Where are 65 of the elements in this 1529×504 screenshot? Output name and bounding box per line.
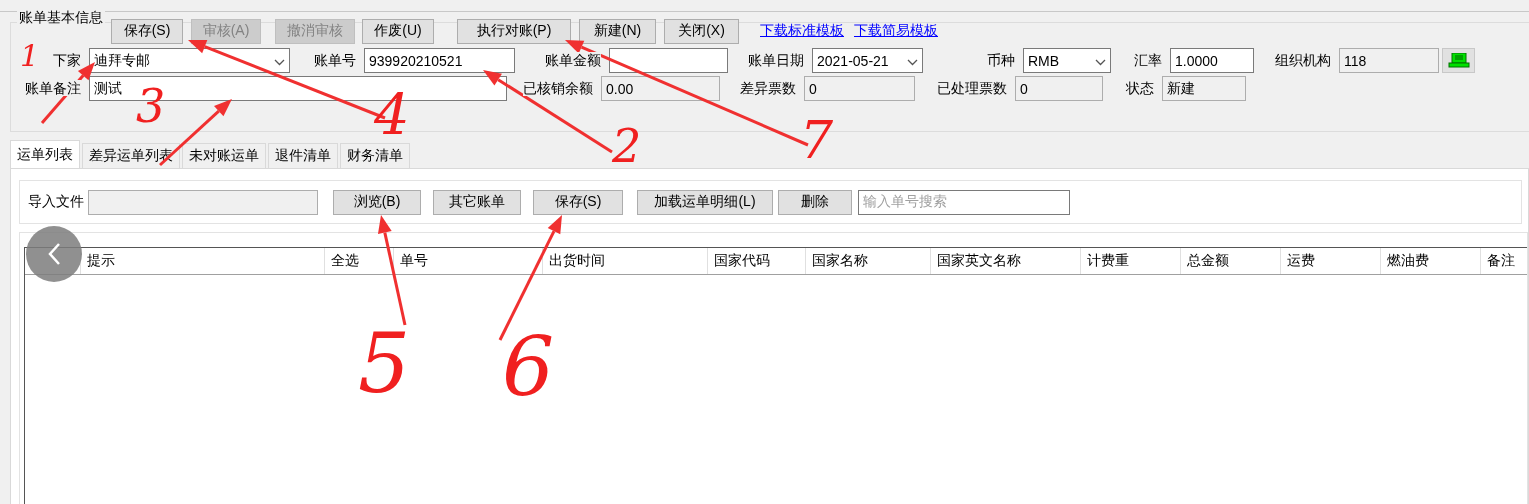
field-label: 账单日期 xyxy=(748,51,804,68)
tab[interactable]: 财务清单 xyxy=(340,143,410,168)
input-field[interactable]: 939920210521 xyxy=(364,48,515,73)
column-header[interactable]: 国家代码 xyxy=(714,252,770,270)
column-header[interactable]: 国家名称 xyxy=(812,252,868,270)
download-link[interactable]: 下载简易模板 xyxy=(854,22,938,40)
field-label: 组织机构 xyxy=(1275,51,1331,68)
annotation-number: 1 xyxy=(20,38,40,73)
toolbar-button[interactable]: 浏览(B) xyxy=(333,189,421,215)
column-header[interactable]: 燃油费 xyxy=(1387,252,1429,270)
field-label: 汇率 xyxy=(1134,51,1162,68)
chevron-down-icon[interactable] xyxy=(1095,58,1106,66)
field-label: 账单备注 xyxy=(25,79,81,96)
lookup-button[interactable] xyxy=(1442,48,1475,73)
download-link[interactable]: 下载标准模板 xyxy=(760,22,844,40)
chevron-down-icon[interactable] xyxy=(907,58,918,66)
toolbar-button[interactable]: 保存(S) xyxy=(533,189,623,215)
field-label: 已处理票数 xyxy=(937,79,1007,96)
toolbar-button[interactable]: 删除 xyxy=(778,189,852,215)
column-header[interactable]: 提示 xyxy=(87,252,115,270)
field-label: 下家 xyxy=(53,51,81,68)
toolbar-button[interactable]: 作废(U) xyxy=(362,18,434,44)
toolbar-button[interactable]: 加载运单明细(L) xyxy=(637,189,773,215)
toolbar-button[interactable]: 执行对账(P) xyxy=(457,18,571,44)
input-field[interactable]: 0 xyxy=(1015,76,1103,101)
column-header[interactable]: 单号 xyxy=(400,252,428,270)
field-label: 账单号 xyxy=(314,51,356,68)
column-header[interactable]: 计费重 xyxy=(1087,252,1129,270)
toolbar-button[interactable]: 新建(N) xyxy=(579,18,656,44)
monitor-icon xyxy=(1447,53,1470,68)
column-header[interactable]: 运费 xyxy=(1287,252,1315,270)
annotation-number: 5 xyxy=(358,316,411,411)
save-button[interactable]: 保存(S) xyxy=(111,18,183,44)
input-field[interactable]: 1.0000 xyxy=(1170,48,1254,73)
chevron-left-icon xyxy=(47,242,61,266)
input-field[interactable] xyxy=(609,48,728,73)
field-label: 账单金额 xyxy=(545,51,601,68)
column-header[interactable]: 出货时间 xyxy=(549,252,605,270)
field-label: 差异票数 xyxy=(740,79,796,96)
column-header[interactable]: 国家英文名称 xyxy=(937,252,1021,270)
tab[interactable]: 运单列表 xyxy=(10,140,80,168)
dropdown-field[interactable]: RMB xyxy=(1023,48,1111,73)
toolbar-button[interactable]: 关闭(X) xyxy=(664,18,739,44)
tab[interactable]: 未对账运单 xyxy=(182,143,266,168)
dropdown-field[interactable]: 2021-05-21 xyxy=(812,48,923,73)
input-field[interactable]: 0.00 xyxy=(601,76,720,101)
column-header[interactable]: 总金额 xyxy=(1187,252,1229,270)
field-label: 已核销余额 xyxy=(523,79,593,96)
dropdown-field[interactable]: 迪拜专邮 xyxy=(89,48,290,73)
field-label: 导入文件 xyxy=(28,193,84,211)
column-header[interactable]: 备注 xyxy=(1487,252,1515,270)
column-header[interactable]: 全选 xyxy=(331,252,359,270)
input-field[interactable]: 新建 xyxy=(1162,76,1246,101)
field-label: 状态 xyxy=(1126,79,1154,96)
annotation-number: 7 xyxy=(800,110,834,170)
input-field[interactable]: 0 xyxy=(804,76,915,101)
file-path-field[interactable] xyxy=(88,189,318,215)
input-field[interactable]: 118 xyxy=(1339,48,1439,73)
annotation-number: 6 xyxy=(502,320,555,415)
chevron-down-icon[interactable] xyxy=(274,58,285,66)
tab[interactable]: 退件清单 xyxy=(268,143,338,168)
group-title: 账单基本信息 xyxy=(17,9,105,27)
annotation-number: 2 xyxy=(612,119,642,173)
field-label: 币种 xyxy=(987,51,1015,68)
toolbar-button[interactable]: 其它账单 xyxy=(433,189,521,215)
